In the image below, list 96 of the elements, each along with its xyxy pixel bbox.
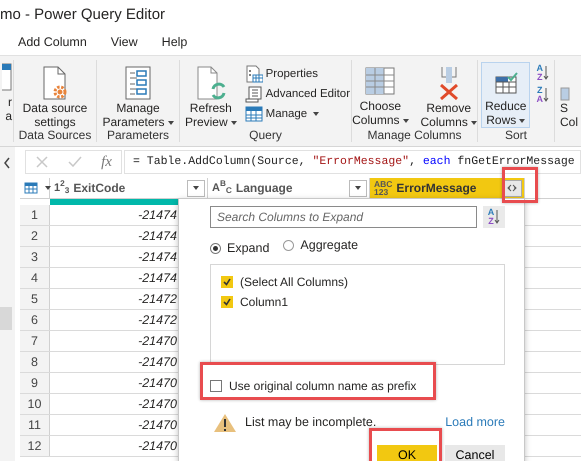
properties-icon bbox=[244, 65, 263, 83]
radio-label: Expand bbox=[227, 240, 270, 257]
check-icon bbox=[67, 155, 84, 169]
table-cell-text: -21470 bbox=[138, 396, 177, 413]
down-arrow-icon bbox=[494, 209, 500, 225]
row-number: 9 bbox=[20, 373, 50, 393]
close-icon bbox=[35, 155, 50, 169]
row-number: 10 bbox=[20, 394, 50, 414]
column-name: ErrorMessage bbox=[396, 180, 478, 197]
group-label: Query bbox=[248, 127, 283, 144]
ribbon-button[interactable]: S Col bbox=[555, 60, 581, 126]
dialog-button[interactable]: Cancel bbox=[445, 444, 505, 461]
ribbon-button[interactable]: Refresh Preview bbox=[180, 62, 241, 128]
sort-button[interactable]: A Z bbox=[483, 206, 505, 228]
formula-field[interactable]: = Table.AddColumn(Source, "ErrorMessage", each fnGetErrorMessage bbox=[124, 150, 581, 174]
column-split-icon bbox=[560, 87, 570, 101]
table-icon bbox=[244, 106, 263, 122]
table-cell-text: -21470 bbox=[138, 417, 177, 434]
type-label: ABC 123 bbox=[374, 180, 392, 196]
column-name: Language bbox=[236, 180, 294, 197]
checkbox-label: (Select All Columns) bbox=[240, 274, 348, 291]
caret-icon bbox=[193, 186, 199, 190]
group-label: Sort bbox=[504, 127, 528, 144]
sort-button[interactable]: Z A bbox=[534, 86, 551, 104]
ribbon-button[interactable]: Manage bbox=[244, 104, 350, 124]
table-cell-text: -21472 bbox=[138, 312, 177, 329]
down-arrow-icon bbox=[542, 87, 549, 103]
table-cell-text: -21470 bbox=[138, 354, 177, 371]
caret-icon bbox=[355, 186, 361, 190]
row-number: 5 bbox=[20, 289, 50, 309]
ribbon-button[interactable]: Advanced Editor bbox=[244, 84, 350, 104]
table-icon bbox=[24, 182, 38, 194]
row-number: 2 bbox=[20, 226, 50, 246]
table-cell-text: -21474 bbox=[138, 270, 177, 287]
caret-icon bbox=[168, 120, 174, 125]
chevron-left-icon bbox=[3, 157, 11, 169]
ribbon-button[interactable]: r a bbox=[0, 60, 13, 126]
dialog-button[interactable]: OK bbox=[377, 444, 437, 461]
row-number: 11 bbox=[20, 415, 50, 435]
row-number: 7 bbox=[20, 331, 50, 351]
row-number: 8 bbox=[20, 352, 50, 372]
checkbox[interactable] bbox=[221, 276, 233, 288]
radio-label: Aggregate bbox=[300, 237, 358, 254]
table-cell-text: -21474 bbox=[138, 249, 177, 266]
caret-icon bbox=[519, 118, 526, 123]
filter-button[interactable] bbox=[349, 180, 367, 196]
row-number: 4 bbox=[20, 268, 50, 288]
table-cell-text: -21470 bbox=[138, 375, 177, 392]
ribbon-button[interactable]: Remove Columns bbox=[416, 62, 481, 128]
load-more-link[interactable]: Load more bbox=[445, 413, 505, 432]
form-list-icon bbox=[123, 65, 153, 101]
ribbon-button[interactable]: Choose Columns bbox=[348, 62, 412, 128]
ribbon-button[interactable]: Manage Parameters bbox=[98, 62, 178, 128]
function-button[interactable]: fx bbox=[101, 150, 112, 174]
ribbon-button[interactable]: Properties bbox=[244, 64, 350, 84]
warning-icon bbox=[213, 412, 237, 433]
row-number: 3 bbox=[20, 247, 50, 267]
table-cell-text: -21474 bbox=[138, 228, 177, 245]
table-cell-text: -21472 bbox=[138, 291, 177, 308]
group-label: Data Sources bbox=[18, 128, 92, 144]
caret-icon bbox=[230, 120, 237, 125]
row-number: 1 bbox=[20, 205, 50, 225]
checkbox-label: Use original column name as prefix bbox=[229, 378, 416, 395]
menu-tab[interactable]: Add Column bbox=[18, 33, 87, 52]
search-field[interactable]: Search Columns to Expand bbox=[210, 206, 477, 228]
scroll-icon bbox=[244, 85, 263, 103]
table-cell-text: -21474 bbox=[138, 207, 177, 224]
caret-icon bbox=[470, 120, 477, 125]
window-title: mo - Power Query Editor bbox=[0, 5, 166, 25]
warning-text: List may be incomplete. bbox=[245, 414, 378, 432]
document-refresh-icon bbox=[194, 65, 227, 101]
row-number: 6 bbox=[20, 310, 50, 330]
sort-button[interactable]: A Z bbox=[534, 64, 551, 82]
caret-icon bbox=[402, 118, 408, 123]
row-number: 12 bbox=[20, 436, 50, 456]
down-arrow-icon bbox=[542, 65, 549, 81]
menu-tab[interactable]: Help bbox=[162, 33, 188, 52]
checkbox[interactable] bbox=[221, 296, 233, 308]
group-label: Parameters bbox=[106, 127, 170, 144]
caret-icon bbox=[45, 186, 51, 190]
highlight-frame bbox=[502, 167, 538, 203]
checkbox[interactable] bbox=[210, 380, 222, 392]
radio-button[interactable] bbox=[210, 242, 221, 254]
scroll-thumb[interactable] bbox=[0, 307, 12, 330]
expand-arrows-icon bbox=[506, 183, 518, 193]
filter-button[interactable] bbox=[187, 180, 205, 196]
table-cell-text: -21470 bbox=[138, 333, 177, 350]
caret-icon bbox=[313, 112, 320, 116]
menu-tab[interactable]: View bbox=[110, 33, 138, 52]
checkbox-label: Column1 bbox=[240, 294, 288, 311]
ribbon-button[interactable]: Data source settings bbox=[18, 62, 92, 128]
table-cell-text: -21470 bbox=[138, 438, 177, 455]
group-label: Manage Columns bbox=[366, 127, 463, 144]
radio-button[interactable] bbox=[283, 240, 294, 251]
ribbon-button[interactable]: Reduce Rows bbox=[481, 62, 530, 128]
column-name: ExitCode bbox=[73, 180, 126, 197]
